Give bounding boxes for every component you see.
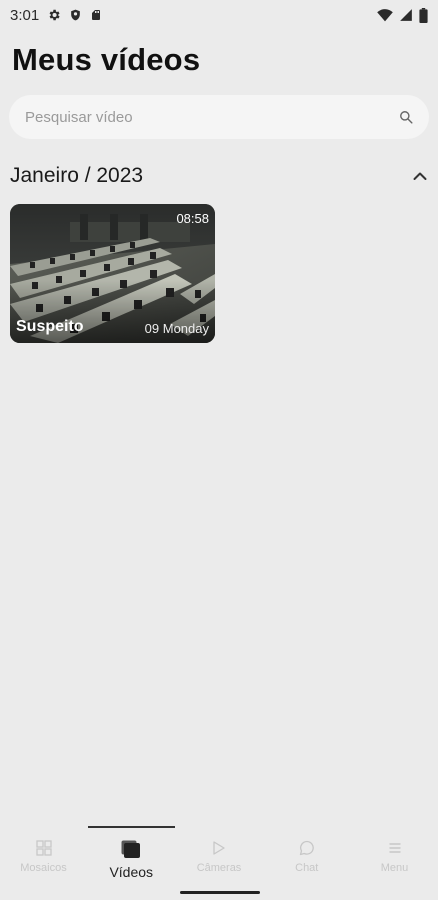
bottom-nav: Mosaicos Vídeos Câmeras Chat Menu <box>0 826 438 900</box>
play-icon <box>208 838 230 858</box>
battery-icon <box>419 7 428 23</box>
video-card[interactable]: 08:58 Suspeito 09 Monday <box>10 204 215 343</box>
section-title: Janeiro / 2023 <box>10 164 144 187</box>
search-bar[interactable] <box>9 95 429 139</box>
sd-card-icon <box>90 8 102 22</box>
video-duration: 08:58 <box>176 211 209 226</box>
videos-icon <box>119 838 143 860</box>
wifi-icon <box>377 8 393 22</box>
nav-item-chat[interactable]: Chat <box>263 826 350 886</box>
signal-icon <box>399 8 413 22</box>
search-icon[interactable] <box>397 108 415 126</box>
video-date: 09 Monday <box>144 321 209 336</box>
shield-icon <box>69 8 82 22</box>
gear-icon <box>47 8 61 22</box>
nav-label-menu: Menu <box>380 862 409 874</box>
nav-label-videos: Vídeos <box>109 864 154 880</box>
nav-item-videos[interactable]: Vídeos <box>87 826 175 886</box>
nav-label-mosaicos: Mosaicos <box>20 862 67 874</box>
nav-item-cameras[interactable]: Câmeras <box>176 826 263 886</box>
home-indicator <box>180 891 260 894</box>
section-header[interactable]: Janeiro / 2023 <box>10 162 430 190</box>
page-title: Meus vídeos <box>12 42 201 77</box>
status-right <box>377 7 428 23</box>
status-bar: 3:01 <box>0 0 438 30</box>
status-left: 3:01 <box>10 7 102 24</box>
menu-icon <box>384 838 406 858</box>
status-time: 3:01 <box>10 6 40 24</box>
nav-label-cameras: Câmeras <box>196 862 242 874</box>
nav-item-menu[interactable]: Menu <box>351 826 438 886</box>
chevron-up-icon[interactable] <box>410 166 430 186</box>
nav-item-mosaicos[interactable]: Mosaicos <box>0 826 87 886</box>
search-input[interactable] <box>25 108 397 126</box>
video-title: Suspeito <box>16 318 84 335</box>
grid-icon <box>33 838 55 858</box>
chat-icon <box>296 838 318 858</box>
nav-label-chat: Chat <box>295 862 319 874</box>
